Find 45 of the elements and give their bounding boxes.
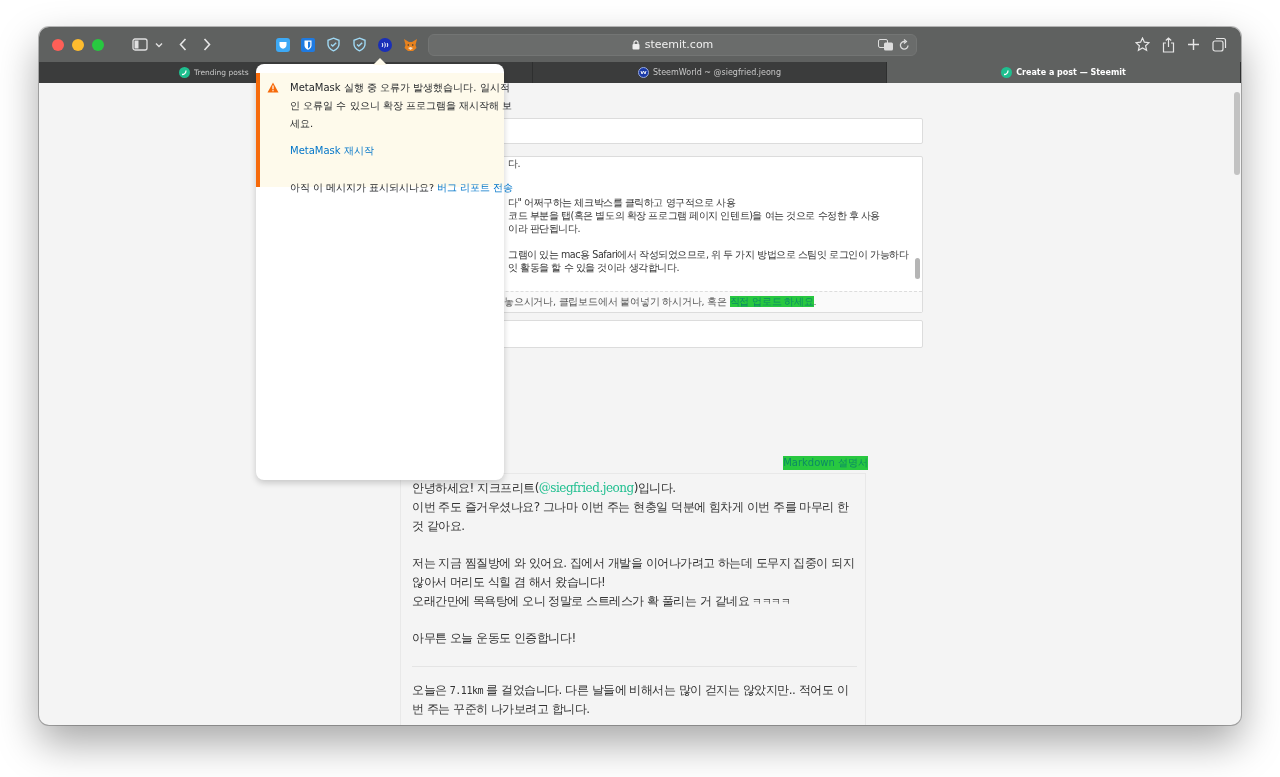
zoom-icon[interactable] — [92, 38, 104, 51]
body-text-line: 잇 활동을 할 수 있을 것이라 생각합니다. — [508, 261, 679, 274]
address-bar[interactable]: steemit.com — [428, 33, 917, 56]
preview-text: 오래간만에 목욕탕에 오니 정말로 스트레스가 확 풀리는 거 같네요 ㅋㅋㅋㅋ — [412, 593, 792, 610]
close-icon[interactable] — [52, 38, 64, 51]
preview-text: 저는 지금 찜질방에 와 있어요. 집에서 개발을 이어나가려고 하는데 도무지 집중이 되지 않아서 머리도 식힐 겸 해서 왔습니다! — [412, 555, 856, 591]
steemit-icon — [1001, 67, 1013, 78]
chevron-down-icon[interactable] — [155, 41, 163, 48]
browser-tab[interactable]: SteemWorld ~ @siegfried.jeong — [533, 62, 887, 83]
share-icon[interactable] — [1162, 36, 1175, 53]
tabs-overview-icon[interactable] — [1212, 37, 1227, 52]
preview-text: 아무튼 오늘 운동도 인증합니다! — [412, 630, 577, 647]
star-icon[interactable] — [1135, 37, 1150, 52]
body-text-line: 코드 부분을 탭(혹은 별도의 확장 프로그램 페이지 인텐트)을 여는 것으로 수정한 후 사용 — [508, 209, 881, 222]
shield-icon[interactable] — [301, 37, 315, 52]
minimize-icon[interactable] — [72, 38, 84, 51]
shield-check-icon[interactable] — [326, 37, 341, 52]
bug-report-link[interactable]: 버그 리포트 전송 — [437, 182, 514, 193]
steemit-icon — [179, 67, 190, 78]
scrollbar-thumb[interactable] — [1233, 92, 1240, 175]
restart-link[interactable]: MetaMask 재시작 — [290, 142, 514, 160]
lock-icon — [631, 39, 640, 50]
body-text-line: 이라 판단됩니다. — [508, 222, 581, 235]
back-icon[interactable] — [179, 38, 187, 51]
shield-icon[interactable] — [276, 37, 290, 52]
error-message: MetaMask 실행 중 오류가 발생했습니다. 일시적인 오류일 수 있으니 확장 프로그램을 재시작해 보세요. — [290, 81, 514, 131]
wave-circle-icon[interactable] — [378, 37, 392, 52]
fox-icon[interactable] — [403, 37, 418, 52]
preview-text: 오늘은 7.11km 를 걸었습니다. 다른 날들에 비해서는 많이 걷지는 않았지만.. 적어도 이번 주는 꾸준히 나가보려고 합니다. — [412, 682, 850, 718]
upload-hint: 놓으시거나, 클립보드에서 붙여넣기 하시거나, 혹은 직접 업로드 하세요. — [504, 295, 817, 309]
new-tab-icon[interactable] — [1187, 38, 1200, 51]
sidebar-icon[interactable] — [132, 38, 148, 51]
reload-icon[interactable] — [899, 38, 910, 51]
warning-icon — [267, 82, 279, 93]
body-text-line: 다" 어쩌구하는 체크박스를 클릭하고 영구적으로 사용 — [508, 196, 736, 209]
body-text-line: 다. — [508, 157, 521, 170]
shield-check-icon[interactable] — [352, 37, 367, 52]
body-text-line: 그램이 있는 mac용 Safari에서 작성되었으므로, 위 두 가지 방법으로 스팀잇 로그인이 가능하다 — [508, 248, 909, 261]
forward-icon[interactable] — [203, 38, 211, 51]
wave-circle-icon — [638, 67, 649, 78]
preview-text: 이번 주도 즐거우셨나요? 그나마 이번 주는 현충일 덕분에 힘차게 이번 주를 마무리 한 것 같아요. — [412, 499, 850, 535]
scrollbar-thumb[interactable] — [915, 258, 920, 279]
preview-text: 안녕하세요! 지크프리트(@siegfried.jeong)입니다. — [412, 480, 677, 497]
report-prompt: 아직 이 메시지가 표시되시나요? 버그 리포트 전송 — [290, 181, 514, 195]
translate-icon[interactable] — [878, 38, 894, 51]
